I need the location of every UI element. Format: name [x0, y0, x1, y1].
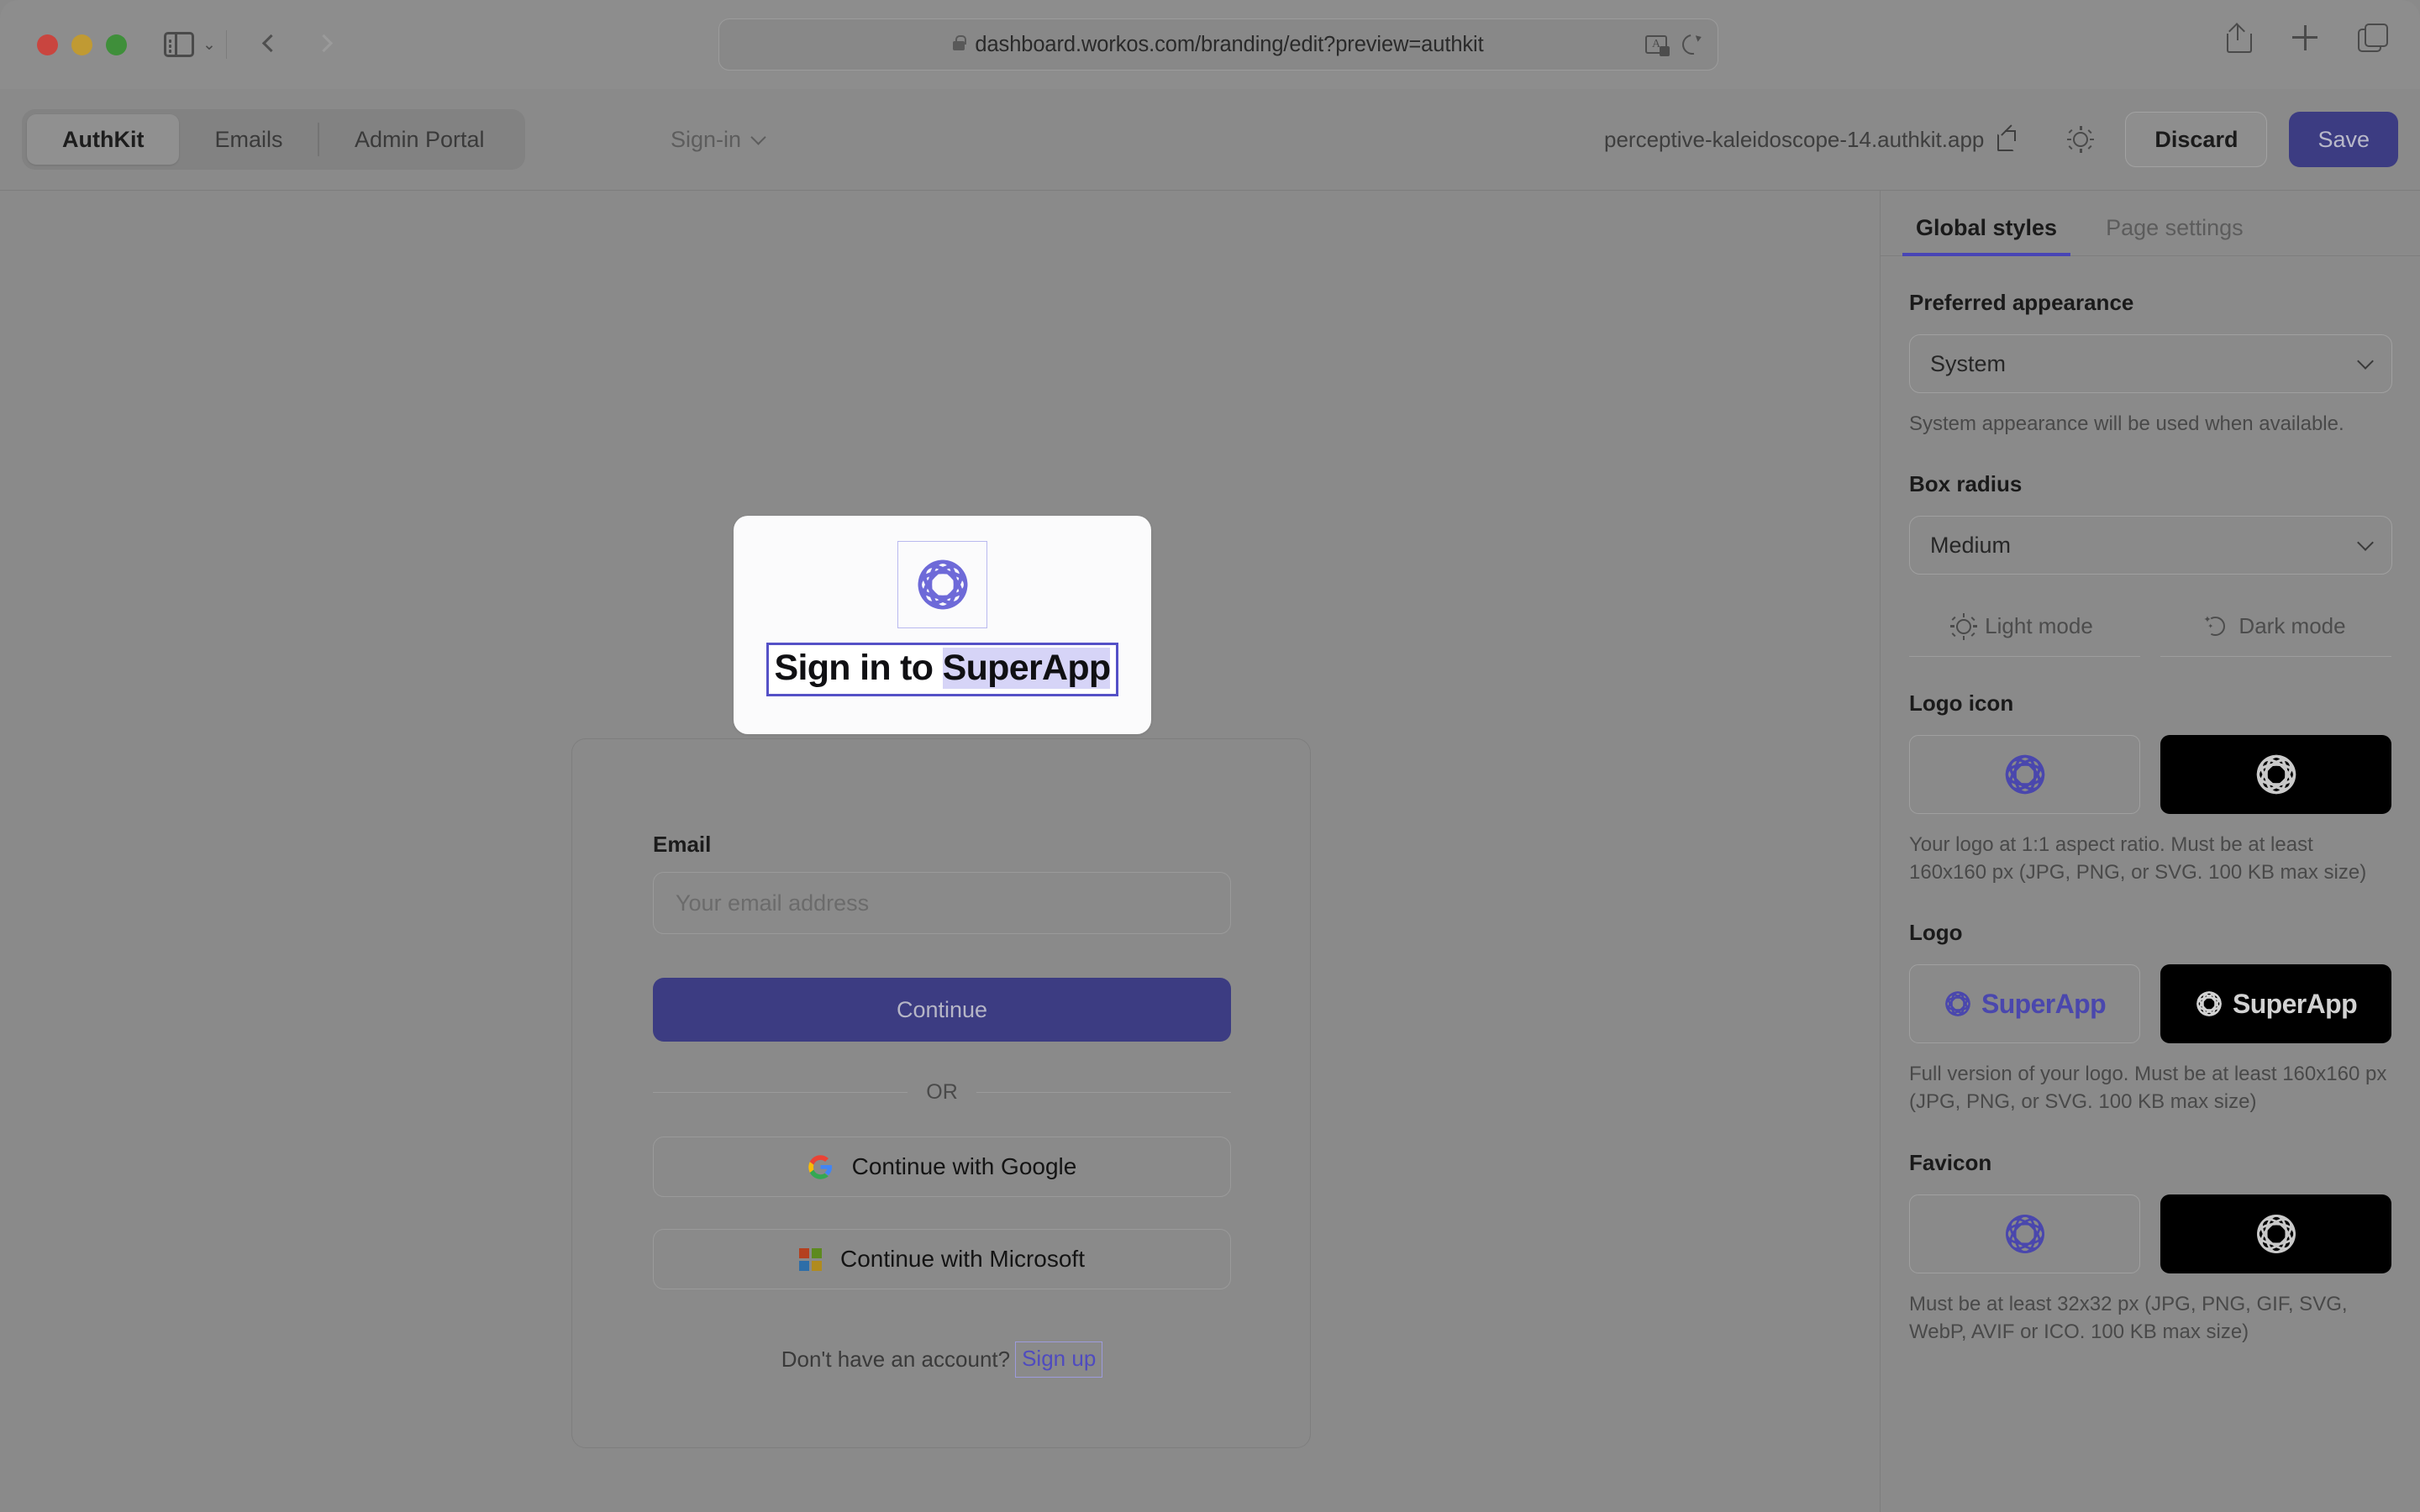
share-icon[interactable]	[2223, 23, 2252, 53]
logo-heading: Logo	[1909, 920, 1963, 946]
box-radius-heading: Box radius	[1909, 471, 2023, 497]
preview-url-text: perceptive-kaleidoscope-14.authkit.app	[1603, 126, 1985, 152]
box-radius-value: Medium	[1930, 532, 2012, 558]
save-button[interactable]: Save	[2289, 112, 2398, 167]
chevron-down-icon	[750, 129, 766, 145]
preview-title-brand: SuperApp	[942, 648, 1111, 689]
sun-icon	[1950, 612, 1978, 640]
logo-icon-dark-preview[interactable]	[2160, 735, 2391, 815]
chevron-down-icon	[2357, 352, 2374, 370]
url-text: dashboard.workos.com/branding/edit?previ…	[975, 32, 1484, 56]
translate-icon[interactable]: A	[1645, 35, 1670, 56]
favicon-heading: Favicon	[1909, 1149, 1992, 1175]
superapp-logo-icon	[918, 559, 967, 610]
logo-hint: Full version of your logo. Must be at le…	[1909, 1063, 2387, 1114]
window-traffic-lights	[37, 34, 127, 55]
superapp-logo-icon	[2005, 1214, 2044, 1253]
divider	[225, 30, 228, 59]
close-window-button[interactable]	[37, 34, 58, 55]
continue-with-microsoft-button[interactable]: Continue with Microsoft	[653, 1229, 1231, 1289]
tab-global-styles[interactable]: Global styles	[1902, 215, 2071, 256]
email-label: Email	[653, 832, 712, 857]
maximize-window-button[interactable]	[106, 34, 127, 55]
forward-arrow-icon	[315, 34, 334, 53]
address-bar[interactable]: dashboard.workos.com/branding/edit?previ…	[718, 18, 1718, 71]
microsoft-button-label: Continue with Microsoft	[839, 1246, 1085, 1272]
back-button[interactable]	[259, 34, 281, 55]
logo-dark-preview[interactable]: SuperApp	[2160, 964, 2391, 1044]
signup-link[interactable]: Sign up	[1015, 1341, 1103, 1378]
page-selector-label: Sign-in	[671, 126, 742, 152]
product-segmented-control: AuthKit Emails Admin Portal	[22, 109, 525, 170]
page-selector-dropdown[interactable]: Sign-in	[655, 109, 779, 170]
dark-mode-tab[interactable]: ✦ ✦ Dark mode	[2160, 613, 2391, 658]
sun-icon	[2067, 126, 2095, 153]
or-divider: OR	[653, 1080, 1231, 1105]
app-toolbar: AuthKit Emails Admin Portal Sign-in perc…	[0, 89, 2420, 190]
superapp-logo-icon	[2256, 754, 2296, 795]
chevron-down-icon	[2357, 533, 2374, 551]
superapp-logo-icon	[2196, 991, 2222, 1017]
settings-panel: Global styles Page settings Preferred ap…	[1880, 190, 2420, 1512]
browser-chrome: ⌄ dashboard.workos.com/branding/edit?pre…	[0, 0, 2420, 89]
or-label: OR	[926, 1080, 958, 1104]
preview-title-editable[interactable]: Sign in to SuperApp	[765, 643, 1119, 696]
tab-overview-icon[interactable]	[2358, 24, 2388, 52]
chevron-down-icon[interactable]: ⌄	[203, 37, 216, 53]
superapp-logo-icon	[2256, 1214, 2296, 1253]
google-button-label: Continue with Google	[851, 1153, 1077, 1179]
tab-authkit[interactable]: AuthKit	[27, 114, 180, 165]
divider	[976, 1091, 1231, 1094]
plus-icon[interactable]	[2291, 24, 2319, 52]
logo-icon-heading: Logo icon	[1909, 690, 2014, 717]
minimize-window-button[interactable]	[71, 34, 92, 55]
reload-icon[interactable]	[1682, 34, 1702, 55]
favicon-hint: Must be at least 32x32 px (JPG, PNG, GIF…	[1909, 1292, 2348, 1343]
superapp-logo-icon	[1945, 991, 1970, 1017]
superapp-logo-icon	[2005, 754, 2044, 795]
tab-page-settings[interactable]: Page settings	[2099, 215, 2250, 256]
panel-tabs: Global styles Page settings	[1881, 191, 2420, 256]
box-radius-select[interactable]: Medium	[1909, 516, 2392, 575]
signup-prompt-text: Don't have an account?	[781, 1347, 1011, 1372]
logo-icon-light-preview[interactable]	[1909, 735, 2140, 815]
microsoft-icon	[798, 1247, 822, 1271]
lock-icon	[953, 35, 966, 50]
google-icon	[808, 1154, 832, 1179]
theme-toggle-button[interactable]	[2054, 113, 2107, 165]
light-mode-label: Light mode	[1985, 613, 2093, 639]
preferred-appearance-value: System	[1930, 350, 2007, 376]
sidebar-toggle-button[interactable]	[164, 31, 194, 58]
continue-button[interactable]: Continue	[653, 978, 1231, 1042]
preview-header-card[interactable]: Sign in to SuperApp	[734, 516, 1151, 734]
divider	[653, 1091, 908, 1094]
sidebar-toggle-icon	[164, 31, 194, 58]
preview-url-link[interactable]: perceptive-kaleidoscope-14.authkit.app	[1603, 124, 2017, 153]
favicon-dark-preview[interactable]	[2160, 1194, 2391, 1273]
preview-form-card: Email Your email address Continue OR Con…	[571, 738, 1311, 1448]
forward-button[interactable]	[314, 34, 336, 55]
discard-button[interactable]: Discard	[2125, 112, 2268, 167]
preferred-appearance-select[interactable]: System	[1909, 334, 2392, 393]
external-link-icon	[1997, 124, 2017, 151]
moon-icon: ✦ ✦	[2203, 616, 2225, 636]
preferred-appearance-hint: System appearance will be used when avai…	[1909, 412, 2344, 435]
logo-wordmark-light: SuperApp	[1981, 988, 2107, 1019]
preferred-appearance-heading: Preferred appearance	[1909, 290, 2134, 315]
favicon-light-preview[interactable]	[1909, 1194, 2140, 1273]
light-mode-tab[interactable]: Light mode	[1909, 612, 2140, 658]
preview-logo-slot[interactable]	[897, 541, 987, 628]
dark-mode-label: Dark mode	[2238, 613, 2346, 639]
app-window: ⌄ dashboard.workos.com/branding/edit?pre…	[0, 0, 2420, 1512]
tab-emails[interactable]: Emails	[179, 114, 318, 165]
logo-light-preview[interactable]: SuperApp	[1909, 964, 2140, 1044]
logo-wordmark-dark: SuperApp	[2232, 988, 2358, 1019]
preview-title-prefix: Sign in to	[774, 648, 943, 688]
logo-icon-hint: Your logo at 1:1 aspect ratio. Must be a…	[1909, 833, 2367, 885]
email-input[interactable]: Your email address	[653, 872, 1231, 934]
tab-admin-portal[interactable]: Admin Portal	[319, 114, 520, 165]
continue-with-google-button[interactable]: Continue with Google	[653, 1137, 1231, 1197]
back-arrow-icon	[262, 34, 281, 53]
